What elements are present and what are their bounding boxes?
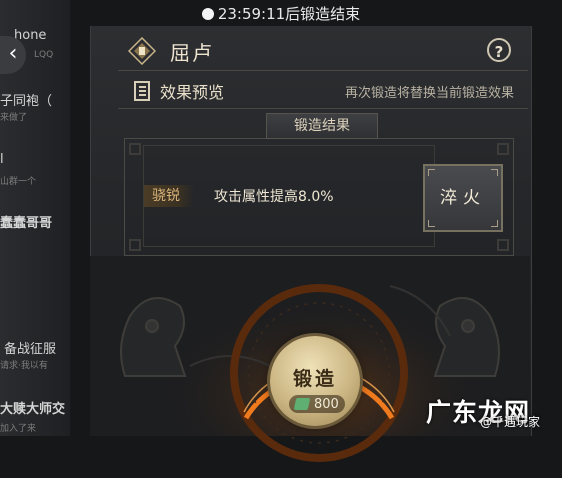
fret-ornament xyxy=(129,239,141,251)
chat-line: 蠢蠢哥哥 xyxy=(0,216,53,231)
forge-label[interactable]: 锻造 xyxy=(270,364,360,391)
divider xyxy=(118,108,528,109)
watermark-sub: @千遇玩家 xyxy=(480,415,541,429)
chat-sub: 请求·我以有 xyxy=(0,361,48,371)
jade-currency-icon xyxy=(293,398,311,410)
document-icon xyxy=(134,81,150,101)
fret-ornament xyxy=(497,239,509,251)
preview-row: 效果预览 再次锻造将替换当前锻造效果 xyxy=(134,76,514,106)
preview-label: 效果预览 xyxy=(160,83,225,102)
fret-ornament xyxy=(497,143,509,155)
help-button[interactable]: ? xyxy=(487,38,511,62)
fret-ornament xyxy=(129,143,141,155)
quench-button[interactable]: 淬火 xyxy=(423,164,503,232)
chat-sub: LQQ xyxy=(34,50,54,60)
chat-line: 子同袍（ xyxy=(0,94,53,109)
affix-tag: 骁锐 xyxy=(144,185,194,207)
page-title: 屈卢 xyxy=(170,40,214,65)
result-tab: 锻造结果 xyxy=(266,113,378,139)
weapon-emblem-icon xyxy=(127,36,157,66)
chat-sub: 来做了 xyxy=(0,113,28,123)
chevron-left-icon: ‹ xyxy=(8,41,18,66)
chat-sub: 山群一个 xyxy=(0,177,37,187)
timer-text: 23:59:11后锻造结束 xyxy=(217,5,361,23)
effect-text: 攻击属性提高8.0% xyxy=(214,189,334,205)
cost-value: 800 xyxy=(314,396,339,412)
clock-dot-icon xyxy=(201,8,214,20)
quench-label: 淬火 xyxy=(440,188,486,208)
chat-sub: 加入了来 xyxy=(0,424,37,434)
chat-line: l xyxy=(0,152,4,167)
divider xyxy=(118,70,528,71)
title-row: 屈卢 xyxy=(127,34,214,68)
preview-note: 再次锻造将替换当前锻造效果 xyxy=(344,85,514,101)
forge-timer: 23:59:11后锻造结束 xyxy=(0,0,562,28)
chat-line: 大赎大师交 xyxy=(0,402,66,417)
forge-cost: 800 xyxy=(289,395,345,413)
chat-line: 备战征服 xyxy=(4,342,57,357)
